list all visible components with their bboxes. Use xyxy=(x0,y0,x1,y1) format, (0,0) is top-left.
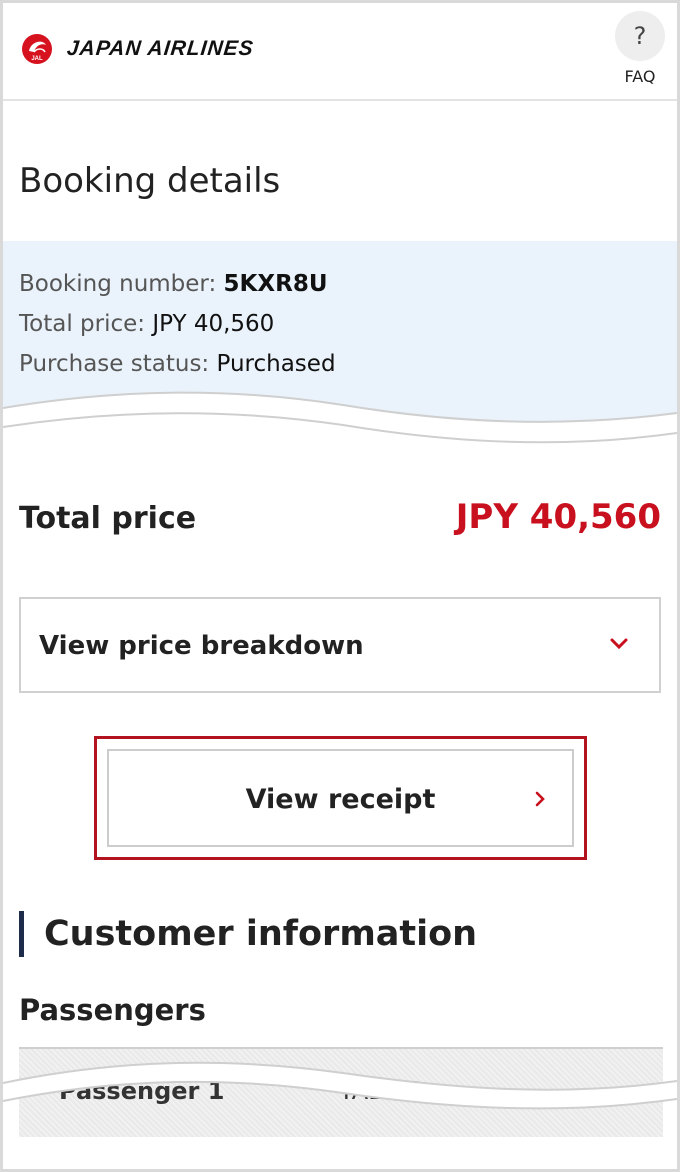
summary-total-label: Total price: xyxy=(19,311,153,337)
purchase-status-row: Purchase status: Purchased xyxy=(19,351,336,377)
purchase-status-label: Purchase status: xyxy=(19,351,217,377)
header: JAL JAPAN AIRLINES ? FAQ xyxy=(3,3,677,101)
faq-label: FAQ xyxy=(624,67,656,86)
purchase-status-value: Purchased xyxy=(216,351,336,377)
question-icon: ? xyxy=(615,11,665,61)
customer-info-title: Customer information xyxy=(44,914,478,954)
price-breakdown-toggle[interactable]: View price breakdown xyxy=(19,597,661,693)
wave-cutoff xyxy=(3,1061,677,1169)
booking-number-label: Booking number: xyxy=(19,271,224,297)
faq-button[interactable]: ? FAQ xyxy=(613,11,667,86)
price-breakdown-label: View price breakdown xyxy=(39,631,364,661)
summary-total-value: JPY 40,560 xyxy=(152,311,275,337)
crane-logo-icon: JAL xyxy=(22,34,52,64)
page-title: Booking details xyxy=(19,161,281,201)
view-receipt-button[interactable]: View receipt xyxy=(107,749,574,847)
section-accent-bar xyxy=(19,911,24,957)
summary-total-row: Total price: JPY 40,560 xyxy=(19,311,274,337)
jal-logo[interactable]: JAL JAPAN AIRLINES xyxy=(21,33,255,65)
customer-info-heading: Customer information xyxy=(19,911,477,957)
total-price-label: Total price xyxy=(19,501,197,536)
total-price-row: Total price JPY 40,560 xyxy=(19,497,661,551)
passengers-heading: Passengers xyxy=(19,993,206,1027)
logo-text: JAPAN AIRLINES xyxy=(65,37,255,60)
chevron-right-icon xyxy=(535,791,545,807)
receipt-highlight: View receipt xyxy=(94,736,587,860)
booking-number-value: 5KXR8U xyxy=(223,271,328,297)
svg-text:JAL: JAL xyxy=(31,56,43,62)
booking-number-row: Booking number: 5KXR8U xyxy=(19,271,328,297)
app-frame: JAL JAPAN AIRLINES ? FAQ Booking details… xyxy=(0,0,680,1172)
chevron-down-icon xyxy=(610,638,628,650)
wave-divider xyxy=(3,391,677,473)
view-receipt-label: View receipt xyxy=(245,784,436,815)
total-price-value: JPY 40,560 xyxy=(455,497,661,537)
